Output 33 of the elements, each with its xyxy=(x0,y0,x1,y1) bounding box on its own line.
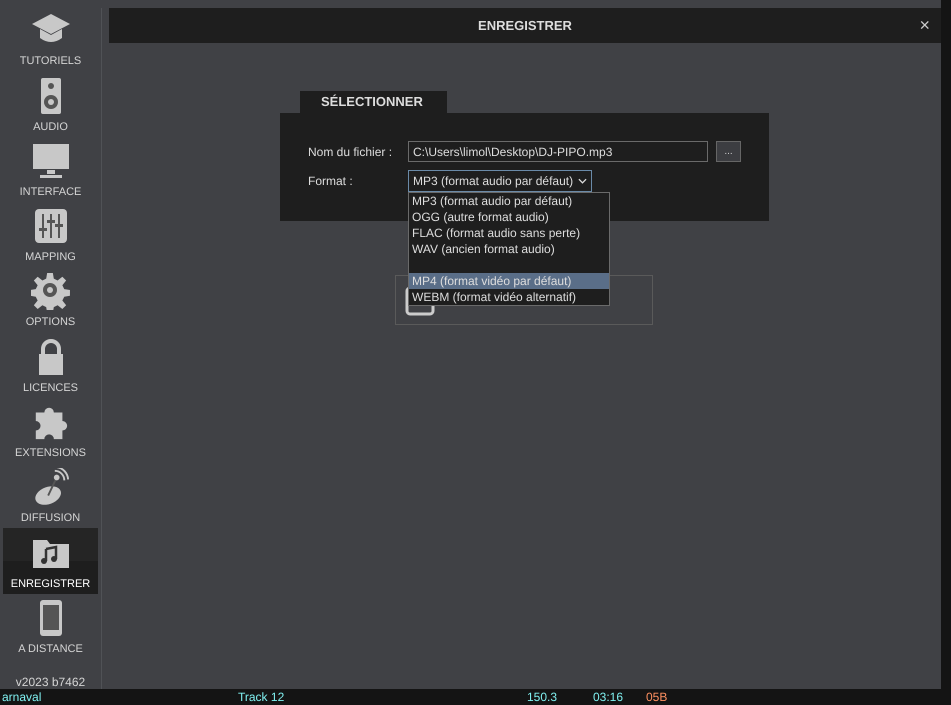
track-text: arnaval xyxy=(2,690,42,704)
sidebar-item[interactable]: AUDIO xyxy=(3,71,98,137)
field-label: Nom du fichier : xyxy=(308,144,394,158)
version-label: v2023 b7462 xyxy=(16,674,86,689)
sidebar-item[interactable]: EXTENSIONS xyxy=(3,398,98,464)
track-text: Track 12 xyxy=(238,690,284,704)
close-button[interactable]: × xyxy=(916,15,933,36)
sidebar-item[interactable]: INTERFACE xyxy=(3,136,98,202)
sidebar-item[interactable]: A DISTANCE xyxy=(3,594,98,659)
dropdown-option[interactable]: MP3 (format audio par défaut) xyxy=(409,193,609,209)
filename-field[interactable]: C:\Users\limol\Desktop\DJ-PIPO.mp3 xyxy=(408,141,708,162)
track-text: 150.3 xyxy=(527,690,558,704)
browse-button[interactable]: ... xyxy=(716,141,741,162)
sidebar-item[interactable]: DIFFUSION xyxy=(3,463,98,528)
window-title: ENREGISTRER xyxy=(478,18,572,33)
sidebar-item[interactable]: LICENCES xyxy=(3,332,98,398)
sidebar-item[interactable]: ENREGISTRER xyxy=(3,528,98,594)
sidebar-item[interactable]: TUTORIELS xyxy=(3,6,98,72)
track-text: 05B xyxy=(646,690,668,704)
format-dropdown[interactable]: MP3 (format audio par défaut) xyxy=(408,170,592,192)
dropdown-option[interactable]: MP4 (format vidéo par défaut) xyxy=(409,273,609,289)
section-tab[interactable]: SÉLECTIONNER xyxy=(300,91,447,113)
monitor-icon xyxy=(30,142,70,180)
dropdown-option[interactable]: WEBM (format vidéo alternatif) xyxy=(409,289,609,305)
gear-icon xyxy=(30,272,70,310)
field-label: Format : xyxy=(308,174,354,188)
dropdown-option[interactable]: OGG (autre format audio) xyxy=(409,209,609,225)
dropdown-option[interactable]: WAV (ancien format audio) xyxy=(409,241,609,257)
sidebar-item[interactable]: MAPPING xyxy=(3,202,98,268)
caret-icon xyxy=(578,178,588,184)
sidebar-item[interactable]: OPTIONS xyxy=(3,267,98,332)
track-text: 03:16 xyxy=(593,690,624,704)
dropdown-option[interactable]: FLAC (format audio sans perte) xyxy=(409,225,609,241)
